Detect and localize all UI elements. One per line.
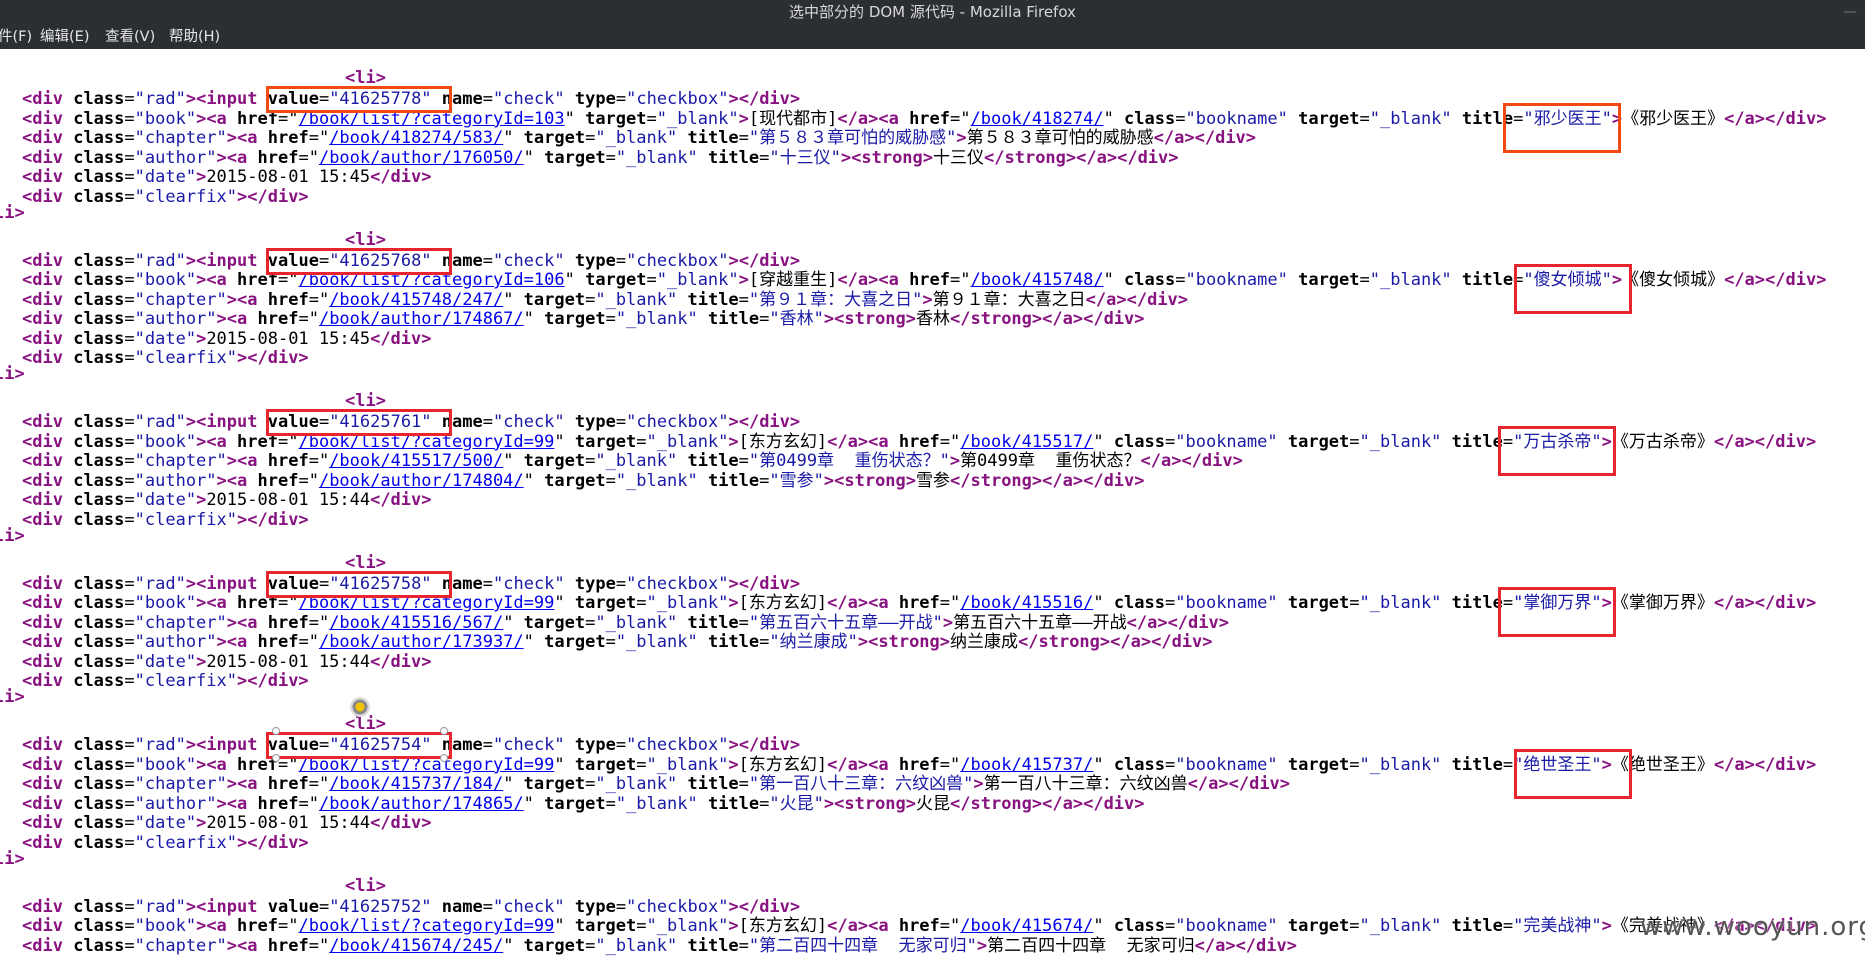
li-close-tag: li> — [0, 687, 25, 707]
watermark: www.wooyun.org — [1640, 912, 1865, 942]
source-line-book: <div class="book"><a href="/book/list/?c… — [22, 916, 1817, 936]
source-line-date: <div class="date">2015-08-01 15:44</div> — [22, 490, 432, 510]
loading-spinner-icon — [350, 697, 370, 717]
source-line-chapter: <div class="chapter"><a href="/book/4182… — [22, 128, 1257, 148]
li-close-tag: li> — [0, 525, 25, 546]
source-line-clearfix: <div class="clearfix"></div> — [22, 832, 309, 853]
li-open-tag: <li> — [345, 714, 386, 734]
source-line-date: <div class="date">2015-08-01 15:45</div> — [22, 328, 432, 349]
source-line-clearfix: <div class="clearfix"></div> — [22, 671, 309, 691]
li-open-tag: <li> — [345, 875, 386, 896]
source-line-book: <div class="book"><a href="/book/list/?c… — [22, 108, 1827, 129]
li-open-tag: <li> — [345, 68, 386, 88]
minimize-icon[interactable]: — — [1843, 0, 1857, 25]
li-close-tag: li> — [0, 364, 25, 384]
source-line-clearfix: <div class="clearfix"></div> — [22, 509, 309, 530]
source-line-chapter: <div class="chapter"><a href="/book/4155… — [22, 612, 1229, 633]
menu-bar: 件(F) 编辑(E) 查看(V) 帮助(H) — [0, 25, 1865, 49]
menu-file[interactable]: 件(F) — [0, 25, 32, 49]
source-line-clearfix: <div class="clearfix"></div> — [22, 186, 309, 207]
li-close-tag: li> — [0, 202, 25, 223]
li-close-tag: li> — [0, 848, 25, 869]
source-line-book: <div class="book"><a href="/book/list/?c… — [22, 593, 1817, 613]
source-line-author: <div class="author"><a href="/book/autho… — [22, 470, 1145, 491]
source-line-author: <div class="author"><a href="/book/autho… — [22, 632, 1213, 652]
resize-handle[interactable] — [272, 754, 280, 762]
li-open-tag: <li> — [345, 391, 386, 411]
source-line-author: <div class="author"><a href="/book/autho… — [22, 147, 1179, 168]
li-open-tag: <li> — [345, 229, 386, 250]
source-line-date: <div class="date">2015-08-01 15:45</div> — [22, 167, 432, 187]
source-line-date: <div class="date">2015-08-01 15:44</div> — [22, 651, 432, 672]
source-line-chapter: <div class="chapter"><a href="/book/4157… — [22, 774, 1291, 794]
source-line-chapter: <div class="chapter"><a href="/book/4157… — [22, 289, 1189, 310]
window-title: 选中部分的 DOM 源代码 - Mozilla Firefox — [789, 3, 1076, 21]
source-line-chapter: <div class="chapter"><a href="/book/4156… — [22, 935, 1297, 956]
source-line-rad: <div class="rad"><input value="41625761"… — [22, 412, 801, 432]
li-open-tag: <li> — [345, 552, 386, 573]
menu-view[interactable]: 查看(V) — [105, 25, 155, 49]
source-line-chapter: <div class="chapter"><a href="/book/4155… — [22, 451, 1243, 471]
source-line-author: <div class="author"><a href="/book/autho… — [22, 309, 1145, 329]
resize-handle[interactable] — [272, 727, 280, 735]
menu-help[interactable]: 帮助(H) — [169, 25, 220, 49]
window-controls: — — [1843, 0, 1857, 25]
resize-handle[interactable] — [440, 754, 448, 762]
source-line-book: <div class="book"><a href="/book/list/?c… — [22, 270, 1827, 290]
source-view: <li> <div class="rad"><input value="41625… — [0, 50, 1865, 956]
source-line-rad: <div class="rad"><input value="41625768"… — [22, 250, 801, 271]
source-line-date: <div class="date">2015-08-01 15:44</div> — [22, 813, 432, 833]
source-line-rad: <div class="rad"><input value="41625758"… — [22, 573, 801, 594]
source-line-rad: <div class="rad"><input value="41625754"… — [22, 735, 801, 755]
source-line-book: <div class="book"><a href="/book/list/?c… — [22, 754, 1817, 775]
source-line-rad: <div class="rad"><input value="41625778"… — [22, 89, 801, 109]
source-line-rad: <div class="rad"><input value="41625752"… — [22, 896, 801, 917]
source-line-author: <div class="author"><a href="/book/autho… — [22, 793, 1145, 814]
resize-handle[interactable] — [440, 727, 448, 735]
window-titlebar: 选中部分的 DOM 源代码 - Mozilla Firefox — — [0, 0, 1865, 25]
source-line-clearfix: <div class="clearfix"></div> — [22, 348, 309, 368]
source-line-book: <div class="book"><a href="/book/list/?c… — [22, 431, 1817, 452]
menu-edit[interactable]: 编辑(E) — [40, 25, 89, 49]
